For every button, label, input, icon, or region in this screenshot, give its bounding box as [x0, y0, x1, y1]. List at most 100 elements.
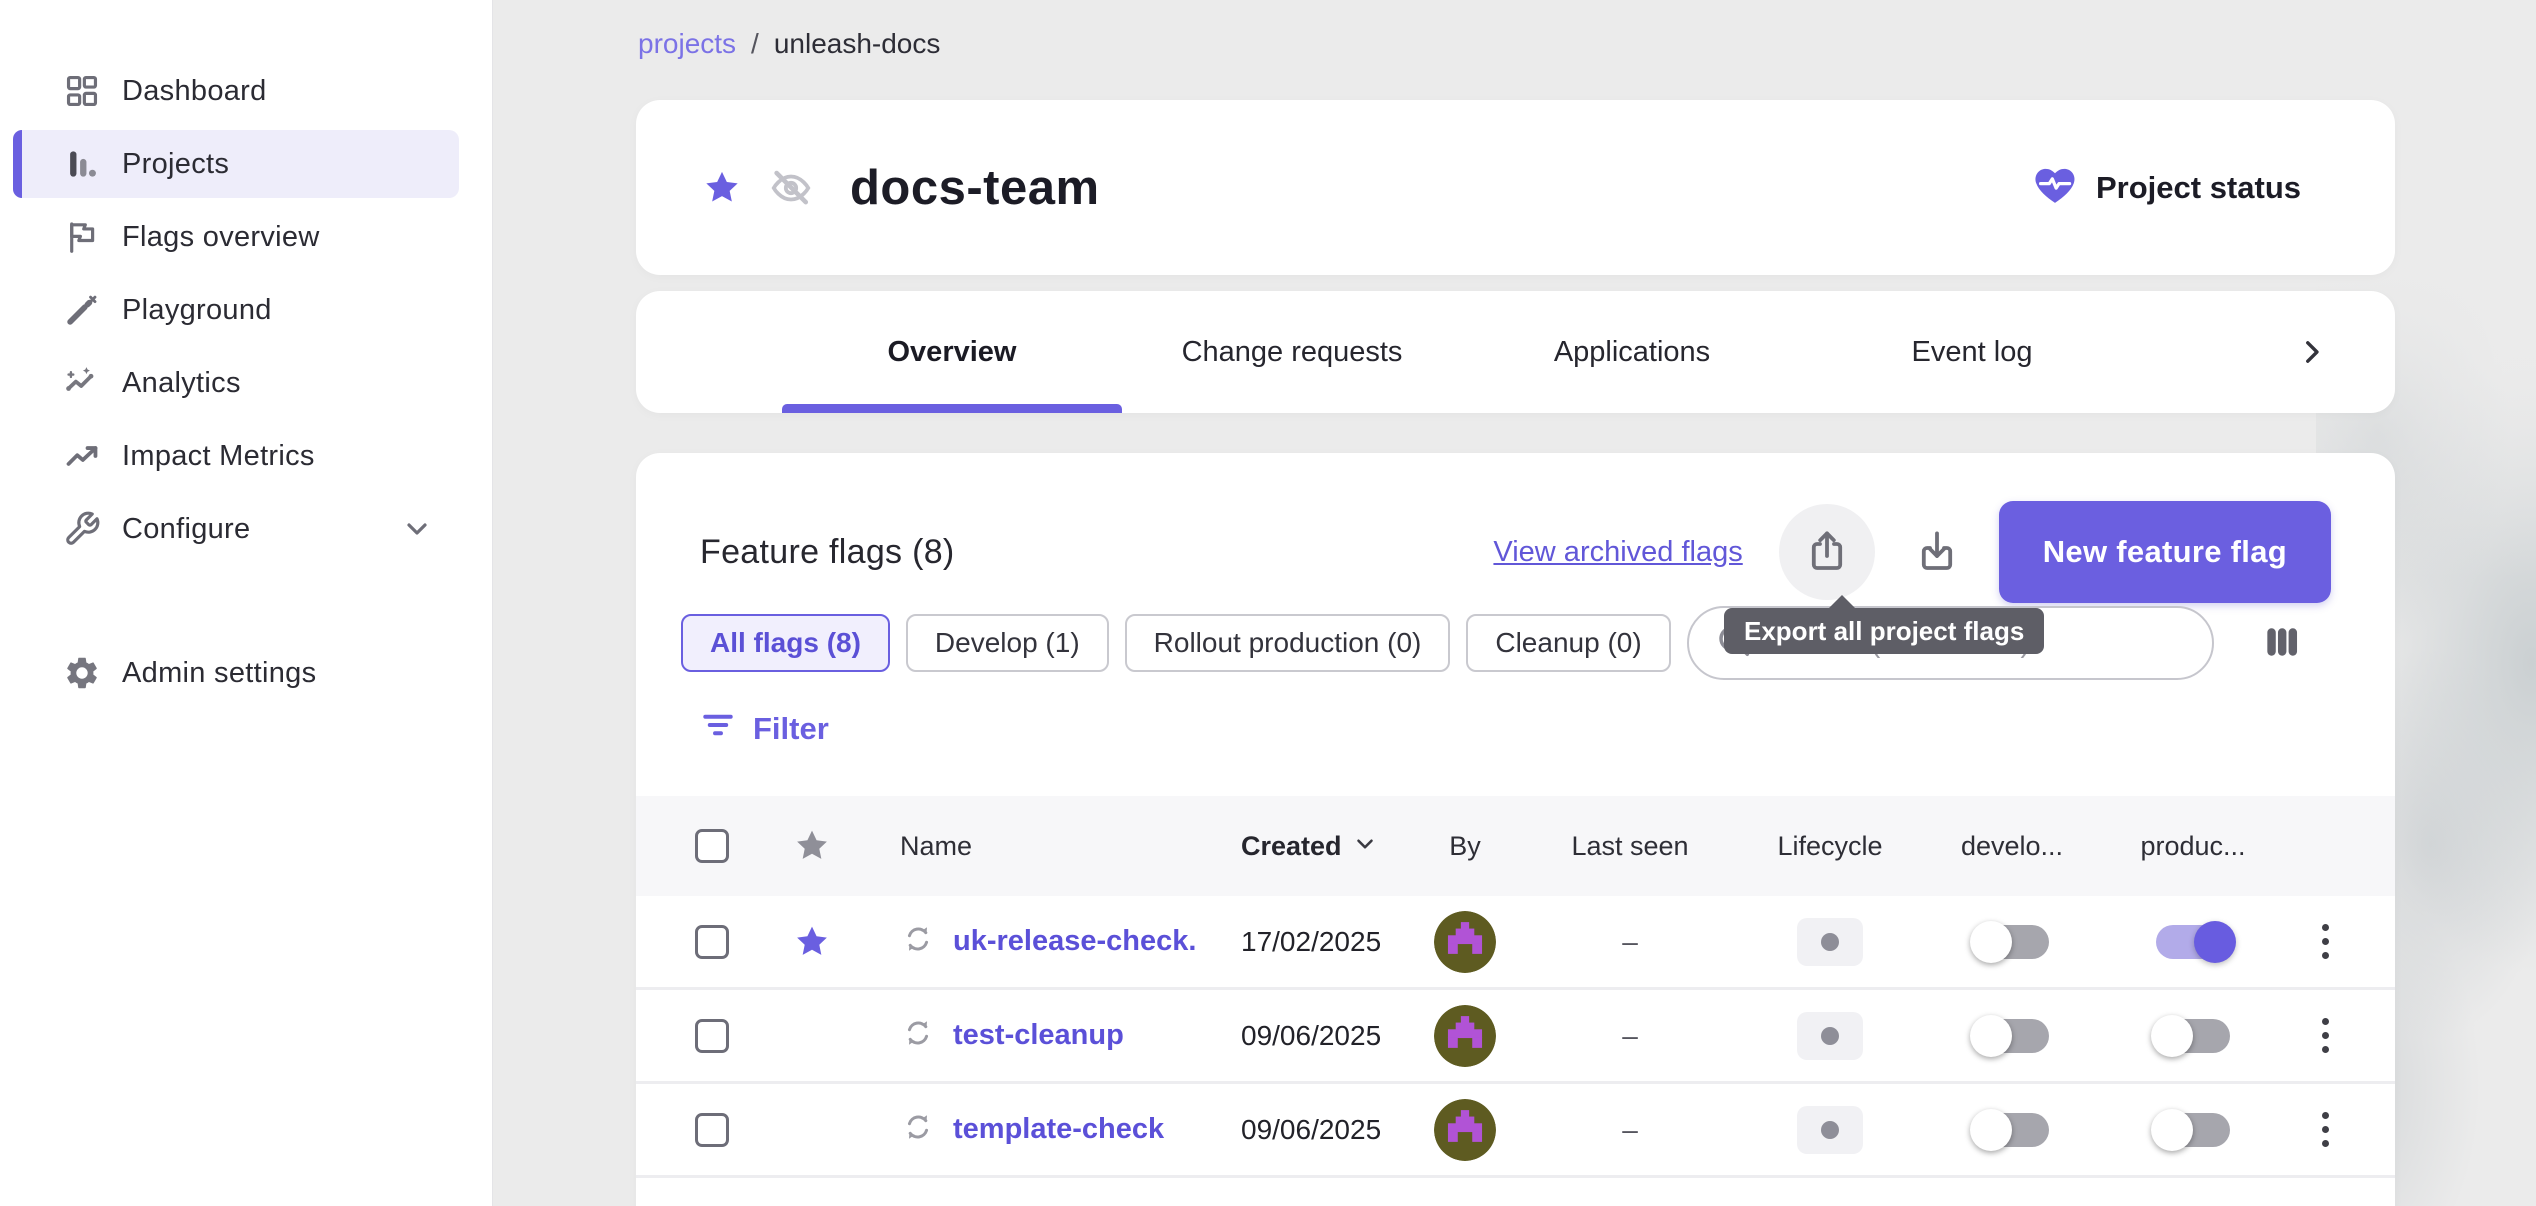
flag-icon: [63, 218, 101, 256]
tab-event-log[interactable]: Event log: [1802, 291, 2142, 413]
chip-rollout-production[interactable]: Rollout production (0): [1125, 614, 1451, 672]
breadcrumb: projects / unleash-docs: [638, 28, 940, 60]
tab-label: Event log: [1912, 336, 2033, 369]
chip-develop[interactable]: Develop (1): [906, 614, 1109, 672]
tabs-overflow-chevron-right-icon[interactable]: [2295, 291, 2329, 413]
sidebar-item-admin-settings[interactable]: Admin settings: [13, 639, 459, 707]
row-actions-kebab-icon[interactable]: [2316, 1106, 2335, 1153]
select-all-checkbox[interactable]: [695, 829, 729, 863]
sidebar-item-playground[interactable]: Playground: [13, 276, 459, 344]
sidebar-item-impact-metrics[interactable]: Impact Metrics: [13, 422, 459, 490]
production-toggle[interactable]: [2156, 1113, 2230, 1147]
tab-label: Change requests: [1182, 336, 1403, 369]
flag-filter-chips: All flags (8) Develop (1) Rollout produc…: [681, 605, 2331, 681]
export-icon: [1803, 527, 1851, 578]
last-seen-value: –: [1622, 1114, 1638, 1146]
feature-flags-card: Feature flags (8) View archived flags Ne…: [636, 453, 2395, 1206]
column-header-last-seen[interactable]: Last seen: [1524, 831, 1736, 862]
flag-name-link[interactable]: uk-release-check...: [953, 925, 1196, 958]
sidebar-item-projects[interactable]: Projects: [13, 130, 459, 198]
row-checkbox[interactable]: [695, 1019, 729, 1053]
flags-toolbar-actions: View archived flags New feature flag: [1493, 501, 2331, 603]
column-header-name[interactable]: Name: [836, 831, 1196, 862]
flags-toolbar: Feature flags (8) View archived flags Ne…: [636, 453, 2395, 604]
column-header-develop[interactable]: develo...: [1924, 831, 2100, 862]
table-header-row: Name Created By Last seen Lifecycle deve…: [636, 796, 2395, 896]
chip-label: Develop (1): [935, 627, 1080, 659]
sidebar-item-analytics[interactable]: Analytics: [13, 349, 459, 417]
sidebar-item-flags-overview[interactable]: Flags overview: [13, 203, 459, 271]
chip-cleanup[interactable]: Cleanup (0): [1466, 614, 1670, 672]
production-toggle[interactable]: [2156, 1019, 2230, 1053]
import-flags-button[interactable]: [1915, 524, 1959, 580]
tab-label: Overview: [888, 336, 1017, 369]
flag-name-link[interactable]: template-check: [953, 1113, 1164, 1146]
favorite-star-icon[interactable]: [700, 166, 744, 210]
lifecycle-dot-icon: [1821, 1027, 1839, 1045]
project-header-card: docs-team Project status: [636, 100, 2395, 275]
project-title: docs-team: [850, 160, 1100, 216]
columns-toggle-button[interactable]: [2260, 621, 2304, 665]
lifecycle-badge[interactable]: [1797, 918, 1863, 966]
tab-label: Applications: [1554, 336, 1710, 369]
eye-off-icon: [768, 165, 814, 211]
sidebar-item-configure[interactable]: Configure: [13, 495, 459, 563]
column-header-by[interactable]: By: [1406, 831, 1524, 862]
analytics-icon: [63, 364, 101, 402]
wrench-icon: [63, 510, 101, 548]
chip-label: All flags (8): [710, 627, 861, 659]
avatar[interactable]: [1434, 1005, 1496, 1067]
import-icon: [1913, 527, 1961, 578]
feature-flags-table: Name Created By Last seen Lifecycle deve…: [636, 796, 2395, 1178]
avatar[interactable]: [1434, 911, 1496, 973]
gear-icon: [63, 654, 101, 692]
toggle-knob: [2194, 921, 2236, 963]
develop-toggle[interactable]: [1975, 1019, 2049, 1053]
breadcrumb-projects-link[interactable]: projects: [638, 28, 736, 60]
wand-icon: [63, 291, 101, 329]
tab-overview[interactable]: Overview: [782, 291, 1122, 413]
develop-toggle[interactable]: [1975, 925, 2049, 959]
tab-applications[interactable]: Applications: [1462, 291, 1802, 413]
filter-button[interactable]: Filter: [700, 705, 829, 753]
flags-heading: Feature flags (8): [700, 533, 955, 572]
lifecycle-badge[interactable]: [1797, 1106, 1863, 1154]
row-checkbox[interactable]: [695, 925, 729, 959]
row-checkbox[interactable]: [695, 1113, 729, 1147]
filter-icon: [700, 707, 736, 751]
view-archived-flags-link[interactable]: View archived flags: [1493, 536, 1742, 569]
tab-change-requests[interactable]: Change requests: [1122, 291, 1462, 413]
row-actions-kebab-icon[interactable]: [2316, 918, 2335, 965]
project-status-button[interactable]: Project status: [2032, 162, 2301, 213]
chip-all-flags[interactable]: All flags (8): [681, 614, 890, 672]
sidebar-item-label: Configure: [122, 513, 250, 546]
new-feature-flag-button[interactable]: New feature flag: [1999, 501, 2331, 603]
breadcrumb-separator: /: [751, 28, 759, 60]
table-row: uk-release-check... 17/02/2025 –: [636, 896, 2395, 990]
filter-row: Filter: [700, 705, 2395, 753]
chip-label: Rollout production (0): [1154, 627, 1422, 659]
flag-type-release-icon: [900, 1015, 936, 1056]
favorite-star-icon[interactable]: [788, 923, 836, 961]
flag-name-link[interactable]: test-cleanup: [953, 1019, 1124, 1052]
favorite-column-star-icon: [788, 827, 836, 865]
last-seen-value: –: [1622, 926, 1638, 958]
export-tooltip: Export all project flags: [1724, 608, 2044, 654]
column-header-lifecycle[interactable]: Lifecycle: [1736, 831, 1924, 862]
heart-pulse-icon: [2032, 162, 2078, 213]
main-content: projects / unleash-docs docs-team Projec…: [493, 0, 2536, 1206]
lifecycle-badge[interactable]: [1797, 1012, 1863, 1060]
sidebar-item-label: Admin settings: [122, 657, 316, 690]
row-actions-kebab-icon[interactable]: [2316, 1012, 2335, 1059]
created-date: 09/06/2025: [1241, 1020, 1381, 1052]
toggle-knob: [2151, 1015, 2193, 1057]
column-header-production[interactable]: produc...: [2100, 831, 2286, 862]
created-date: 09/06/2025: [1241, 1114, 1381, 1146]
sidebar-item-dashboard[interactable]: Dashboard: [13, 57, 459, 125]
develop-toggle[interactable]: [1975, 1113, 2049, 1147]
avatar[interactable]: [1434, 1099, 1496, 1161]
column-header-created[interactable]: Created: [1196, 831, 1406, 862]
export-flags-button[interactable]: [1779, 504, 1875, 600]
breadcrumb-current: unleash-docs: [774, 28, 941, 60]
production-toggle[interactable]: [2156, 925, 2230, 959]
